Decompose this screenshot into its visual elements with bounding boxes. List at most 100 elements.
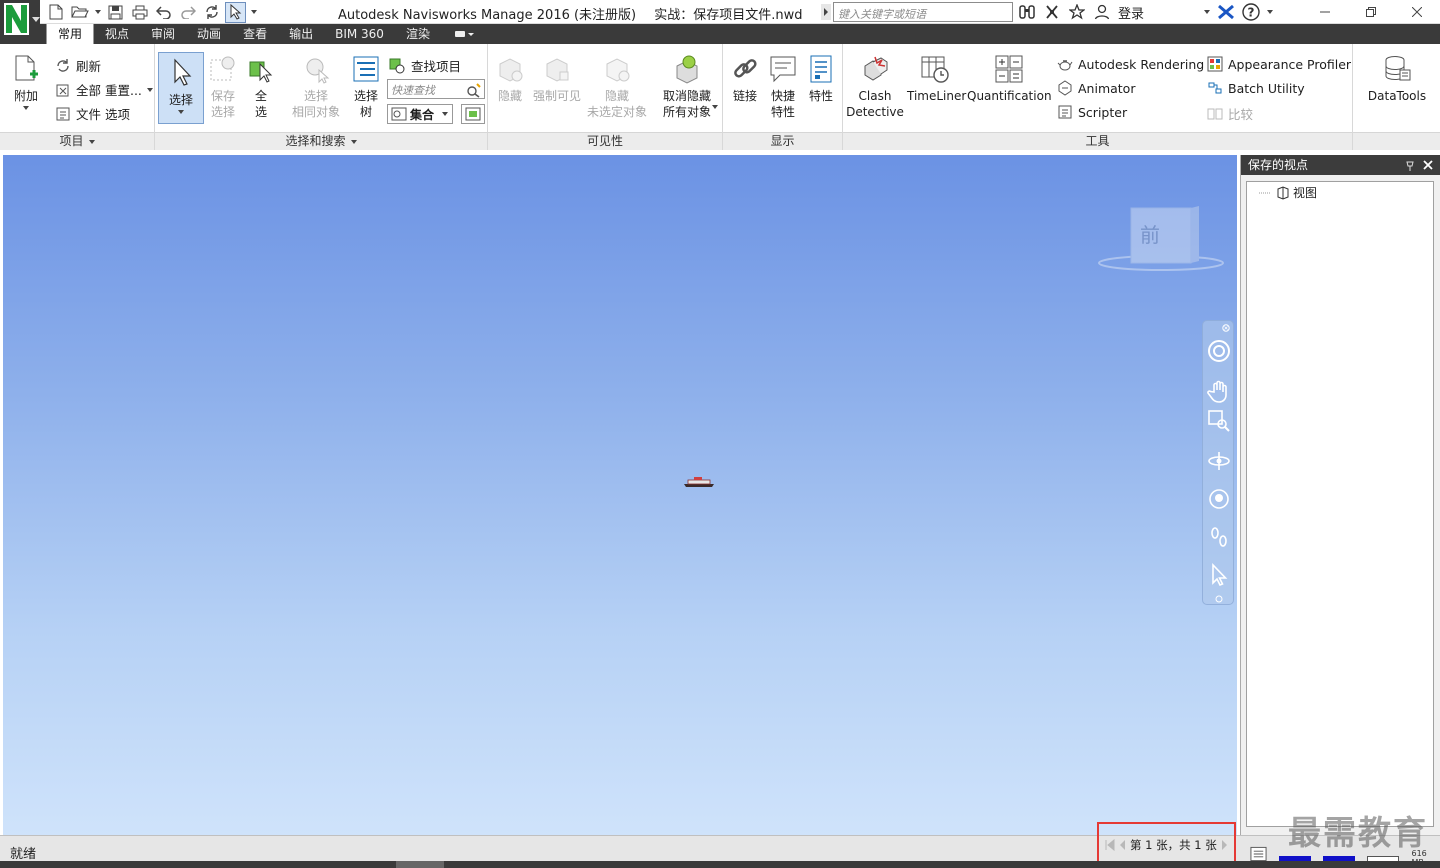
select-all-button[interactable]: 全 选 (243, 54, 279, 120)
selection-tree-button[interactable]: 选择 树 (348, 54, 384, 120)
select-cursor-icon[interactable] (225, 1, 246, 23)
user-account-icon[interactable] (1091, 2, 1112, 23)
file-options-button[interactable]: 文件 选项 (55, 104, 130, 123)
save-selection-label-2: 选择 (210, 105, 235, 119)
tab-bim360[interactable]: BIM 360 (324, 24, 395, 44)
scripter-button[interactable]: Scripter (1057, 104, 1127, 120)
scene-viewport[interactable]: 前 (3, 155, 1237, 835)
tab-home[interactable]: 常用 (46, 24, 95, 44)
tab-viewpoint[interactable]: 视点 (94, 24, 140, 44)
quick-find-input[interactable]: 快速查找 (387, 79, 485, 99)
quick-access-toolbar (45, 0, 258, 24)
find-items-button[interactable]: 查找项目 (388, 56, 461, 75)
open-dropdown-icon[interactable] (93, 2, 102, 23)
navbar-customize-icon[interactable] (1215, 595, 1223, 603)
close-panel-icon[interactable] (1422, 155, 1434, 175)
unhide-all-button[interactable]: 取消隐藏 所有对象 (656, 54, 718, 120)
quick-properties-button[interactable]: 快捷 特性 (765, 54, 801, 120)
select-search-panel-label[interactable]: 选择和搜索 (155, 132, 487, 150)
tab-review[interactable]: 审阅 (140, 24, 186, 44)
links-button[interactable]: 链接 (727, 54, 763, 104)
favorites-star-icon[interactable] (1066, 2, 1087, 23)
require-visible-button[interactable]: 强制可见 (530, 54, 584, 104)
walk-footprint-icon[interactable] (1207, 525, 1231, 549)
pin-icon[interactable] (1404, 155, 1416, 175)
first-sheet-icon[interactable] (1105, 839, 1115, 851)
keyword-search-input[interactable]: 键入关键字或短语 (833, 2, 1013, 22)
datatools-button[interactable]: DataTools (1359, 54, 1435, 104)
print-icon[interactable] (129, 2, 150, 23)
compare-button[interactable]: 比较 (1207, 104, 1253, 123)
sign-in-dropdown-icon[interactable] (1202, 2, 1211, 23)
appearance-profiler-button[interactable]: Appearance Profiler (1207, 56, 1351, 72)
manage-sets-button[interactable] (461, 104, 485, 124)
find-items-icon (389, 58, 405, 73)
quantification-button[interactable]: Quantification (967, 54, 1052, 104)
zoom-window-icon[interactable] (1207, 409, 1231, 433)
next-sheet-icon[interactable] (1221, 839, 1228, 851)
reset-all-dropdown-icon (146, 87, 153, 92)
open-file-icon[interactable] (69, 2, 90, 23)
properties-button[interactable]: 特性 (803, 54, 839, 104)
redo-icon[interactable] (177, 2, 198, 23)
refresh-button[interactable]: 刷新 (55, 56, 101, 75)
exchange-apps-icon[interactable] (1215, 2, 1236, 23)
undo-icon[interactable] (153, 2, 174, 23)
3d-model[interactable] (682, 477, 716, 489)
sheet-browser-icon[interactable] (1250, 846, 1267, 862)
document-title: 实战：保存项目文件.nwd (654, 8, 803, 23)
orbit-icon[interactable] (1207, 449, 1231, 473)
project-panel-label[interactable]: 项目 (0, 132, 154, 150)
tab-animation[interactable]: 动画 (186, 24, 232, 44)
saved-viewpoints-title: 保存的视点 (1248, 158, 1309, 172)
timeliner-button[interactable]: TimeLiner (907, 54, 966, 104)
tree-item-view[interactable]: 视图 (1259, 184, 1317, 201)
viewcube[interactable]: 前 (1098, 205, 1224, 275)
scripter-label: Scripter (1078, 104, 1128, 120)
viewpoints-tree[interactable]: 视图 (1246, 181, 1434, 827)
close-window-icon[interactable] (1394, 0, 1440, 24)
append-button[interactable]: 附加 (6, 54, 46, 110)
tab-view[interactable]: 查看 (232, 24, 278, 44)
autodesk-rendering-button[interactable]: Autodesk Rendering (1057, 56, 1204, 72)
navigation-bar (1202, 320, 1234, 605)
navbar-close-icon[interactable] (1222, 324, 1230, 332)
steering-wheel-icon[interactable] (1207, 339, 1231, 363)
window-title: Autodesk Navisworks Manage 2016 (未注册版) 实… (338, 4, 817, 23)
search-expand-icon[interactable] (821, 4, 831, 20)
sets-dropdown[interactable]: 集合 (387, 104, 453, 124)
hide-button[interactable]: 隐藏 (492, 54, 528, 104)
refresh-icon[interactable] (201, 2, 222, 23)
previous-sheet-icon[interactable] (1119, 839, 1126, 851)
quick-find-icon[interactable] (466, 82, 482, 98)
pan-hand-icon[interactable] (1207, 379, 1231, 403)
communication-center-icon[interactable] (1041, 2, 1062, 23)
select-same-button[interactable]: 选择 相同对象 (288, 54, 344, 120)
reset-all-label: 全部 重置... (76, 83, 142, 98)
help-dropdown-icon[interactable] (1265, 2, 1274, 23)
batch-utility-button[interactable]: Batch Utility (1207, 80, 1305, 96)
new-file-icon[interactable] (45, 2, 66, 23)
unhide-all-dropdown-icon[interactable] (712, 105, 718, 109)
application-menu-button[interactable] (0, 0, 40, 44)
select-button[interactable]: 选择 (158, 58, 204, 114)
restore-icon[interactable] (1348, 0, 1394, 24)
binoculars-search-icon[interactable] (1016, 2, 1037, 23)
help-icon[interactable]: ? (1240, 2, 1261, 23)
tab-output[interactable]: 输出 (278, 24, 324, 44)
qat-customize-dropdown-icon[interactable] (249, 2, 258, 23)
tab-render[interactable]: 渲染 (395, 24, 441, 44)
clash-detective-button[interactable]: Clash Detective (845, 54, 905, 120)
reset-all-button[interactable]: 全部 重置... (55, 80, 153, 99)
sign-in-link[interactable]: 登录 (1118, 3, 1144, 22)
select-cursor-icon[interactable] (1207, 563, 1231, 587)
clash-label-1: Clash (858, 89, 892, 103)
look-eye-icon[interactable] (1207, 487, 1231, 511)
save-selection-button[interactable]: 保存 选择 (205, 54, 241, 120)
hide-unselected-button[interactable]: 隐藏 未选定对象 (586, 54, 648, 120)
ribbon-minimize-toggle[interactable] (453, 24, 475, 44)
minimize-icon[interactable] (1302, 0, 1348, 24)
select-same-label-1: 选择 (303, 89, 328, 103)
animator-button[interactable]: Animator (1057, 80, 1135, 96)
save-icon[interactable] (105, 2, 126, 23)
